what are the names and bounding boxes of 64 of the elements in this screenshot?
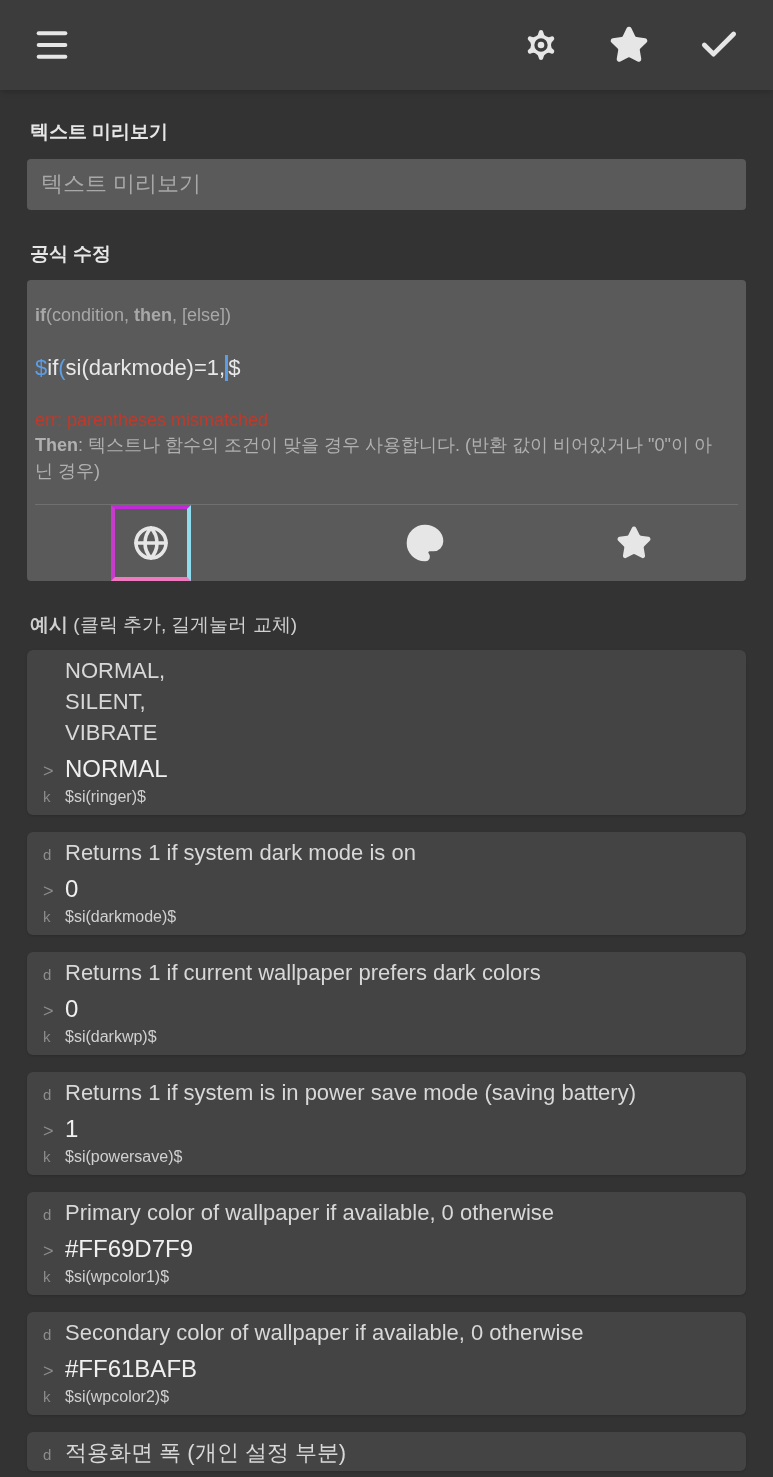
example-card[interactable]: d Primary color of wallpaper if available, 0 otherwise > #FF69D7F9 k $si(wpcolor1)$ [27, 1191, 746, 1295]
star-icon [615, 525, 652, 561]
row-marker: > [43, 1359, 55, 1383]
key-text: $si(ringer)$ [65, 786, 146, 807]
example-card[interactable]: d Secondary color of wallpaper if available, 0 otherwise > #FF61BAFB k $si(wpcolor2)$ [27, 1311, 746, 1415]
preview-field[interactable]: 텍스트 미리보기 [27, 158, 746, 210]
formula-token: $ [228, 354, 241, 382]
star-icon[interactable] [609, 25, 649, 65]
description-text: Returns 1 if system is in power save mode (saving battery) [65, 1078, 636, 1107]
formula-token: ( [58, 354, 66, 382]
formula-token: $ [35, 354, 48, 382]
formula-token: if [47, 354, 59, 382]
key-text: $si(wpcolor2)$ [65, 1386, 170, 1407]
description-text: NORMAL, [65, 656, 166, 685]
description-text: Returns 1 if system dark mode is on [65, 838, 416, 867]
tool-button[interactable] [111, 505, 191, 581]
palette-icon [404, 523, 445, 563]
example-card[interactable]: d Returns 1 if current wallpaper prefers dark colors > 0 k $si(darkwp)$ [27, 951, 746, 1055]
row-marker: k [43, 1266, 52, 1287]
value-text: #FF61BAFB [65, 1353, 198, 1384]
key-text: $si(darkwp)$ [65, 1026, 157, 1047]
example-card[interactable]: d 적용화면 폭 (개인 설정 부분) [27, 1431, 746, 1471]
row-marker: d [43, 1084, 53, 1105]
row-marker: > [43, 1239, 55, 1263]
row-marker: > [43, 1119, 55, 1143]
key-text: $si(wpcolor1)$ [65, 1266, 170, 1287]
row-marker: k [43, 1386, 52, 1407]
description-text: Secondary color of wallpaper if available, 0 otherwise [65, 1318, 584, 1347]
row-marker: d [43, 1444, 53, 1465]
description-text: SILENT, [65, 687, 146, 716]
row-marker: > [43, 759, 55, 783]
error-message: err: parentheses mismatched [35, 409, 270, 432]
example-card[interactable]: d Returns 1 if system is in power save mode (saving battery) > 1 k $si(powersave)$ [27, 1071, 746, 1175]
section-label: 텍스트 미리보기 [30, 120, 170, 144]
row-marker: d [43, 844, 53, 865]
key-text: $si(powersave)$ [65, 1146, 183, 1167]
value-text: 0 [65, 873, 79, 904]
value-text: NORMAL [65, 753, 168, 784]
description-text: 적용화면 폭 (개인 설정 부분) [65, 1438, 347, 1467]
function-signature: if(condition, then, [else]) [35, 304, 233, 327]
example-card[interactable]: d Returns 1 if system dark mode is on > 0 k $si(darkmode)$ [27, 831, 746, 935]
row-marker: k [43, 1146, 52, 1167]
row-marker: k [43, 786, 52, 807]
value-text: 1 [65, 1113, 79, 1144]
section-label: 예시 (클릭 추가, 길게눌러 교체) [30, 613, 299, 637]
description-text: Returns 1 if current wallpaper prefers dark colors [65, 958, 541, 987]
row-marker: > [43, 879, 55, 903]
row-marker: k [43, 1026, 52, 1047]
row-marker: d [43, 1204, 53, 1225]
description-text: Primary color of wallpaper if available, 0 otherwise [65, 1198, 555, 1227]
help-text: Then: 텍스트나 함수의 조건이 맞을 경우 사용합니다. (반환 값이 비어있거나 "0"이 아닌 경우) [35, 434, 713, 483]
value-text: #FF69D7F9 [65, 1233, 194, 1264]
formula-token: si(darkmode)=1, [65, 354, 226, 382]
description-text: VIBRATE [65, 718, 158, 747]
section-label: 공식 수정 [30, 241, 113, 266]
key-text: $si(darkmode)$ [65, 906, 177, 927]
row-marker: d [43, 964, 53, 985]
value-text: 0 [65, 993, 79, 1024]
row-marker: > [43, 999, 55, 1023]
globe-icon [133, 525, 169, 561]
example-card[interactable]: NORMAL, SILENT, VIBRATE > NORMAL k $si(ringer)$ [27, 649, 746, 815]
row-marker: k [43, 906, 52, 927]
row-marker: d [43, 1324, 53, 1345]
text-cursor [225, 354, 229, 381]
